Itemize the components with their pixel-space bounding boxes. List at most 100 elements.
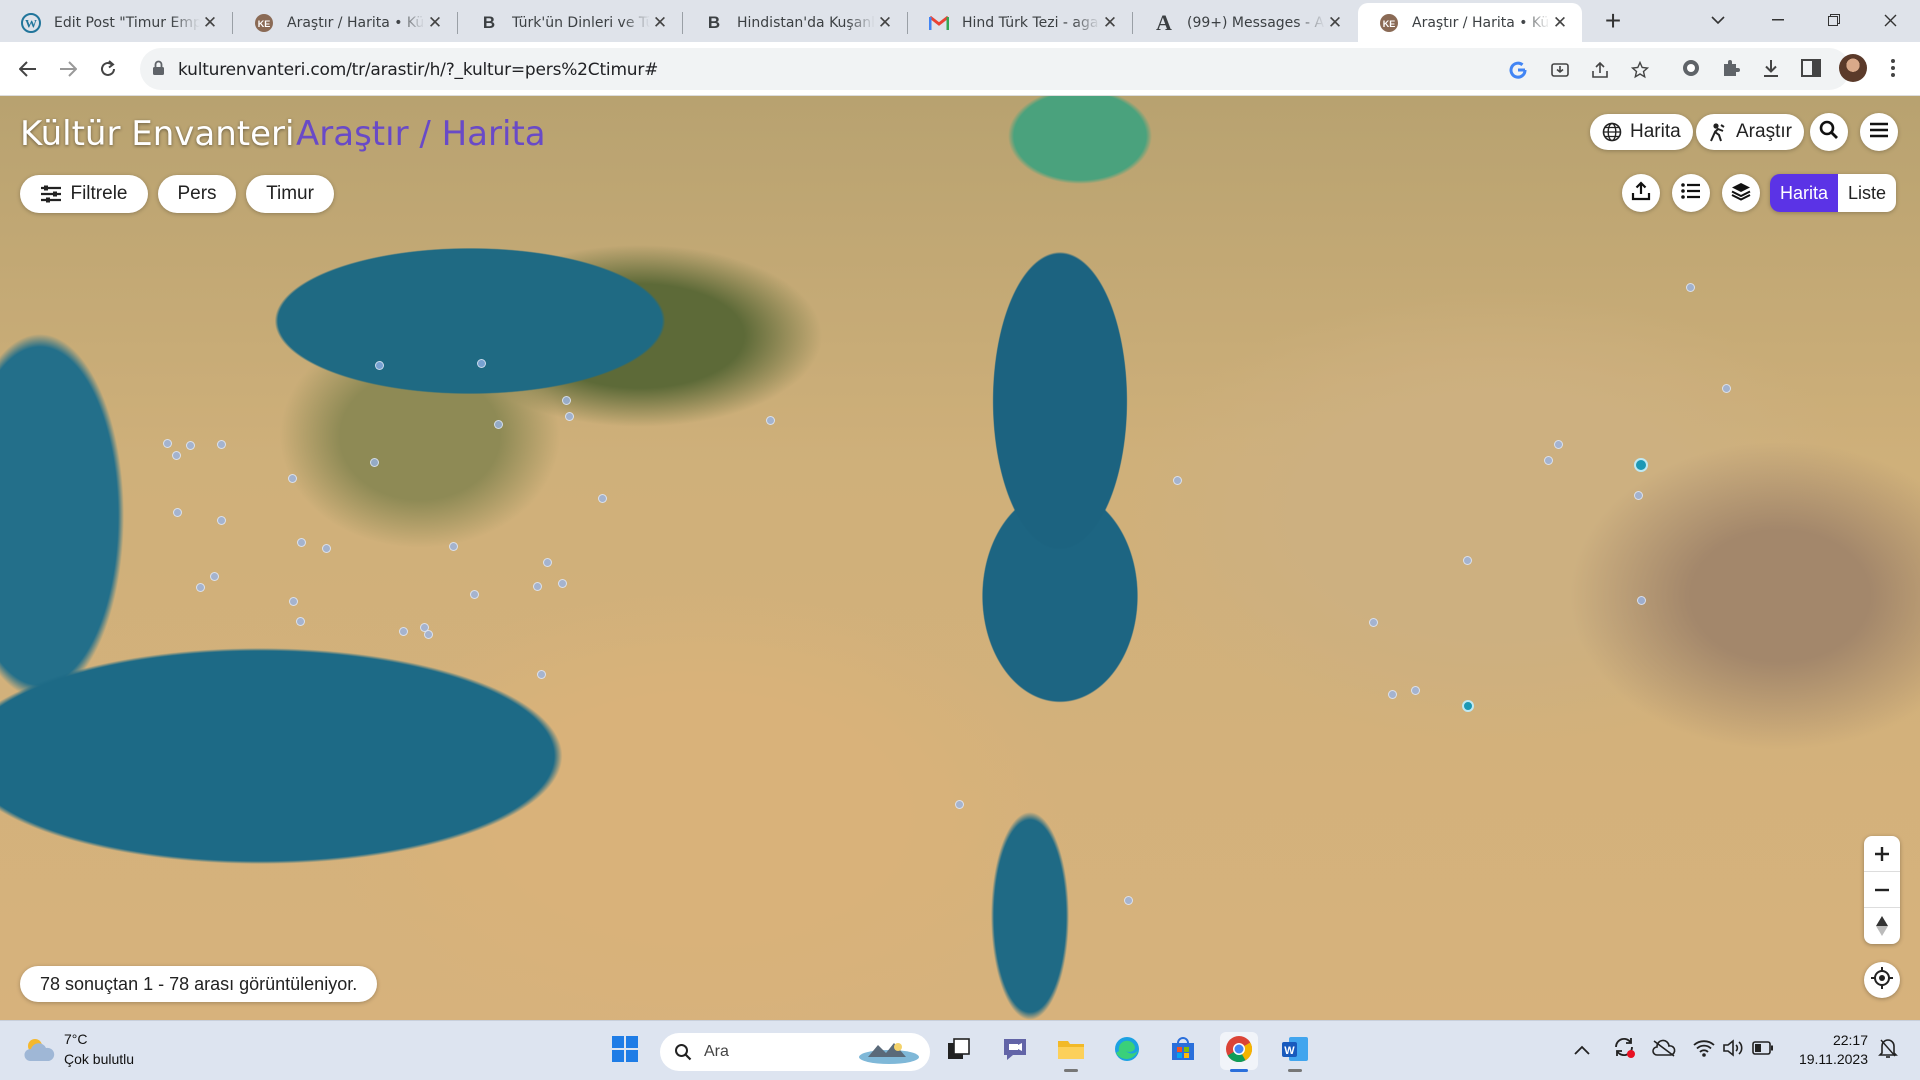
compass-button[interactable] (1864, 908, 1900, 944)
extension-circle-icon[interactable] (1677, 54, 1705, 82)
map-marker[interactable] (1686, 283, 1695, 292)
site-title[interactable]: Kültür Envanteri (20, 114, 294, 154)
map-marker[interactable] (1369, 618, 1378, 627)
map-marker[interactable] (1637, 596, 1646, 605)
close-window-button[interactable] (1862, 0, 1918, 40)
browser-menu-icon[interactable] (1879, 54, 1907, 82)
reload-button[interactable] (92, 53, 124, 85)
cloudy-weather-icon[interactable] (22, 1033, 56, 1067)
browser-tab[interactable]: KE Araştır / Harita • Kültür Envanteri ✕ (233, 3, 457, 42)
map-marker[interactable] (163, 439, 172, 448)
bookmark-star-icon[interactable] (1628, 58, 1652, 82)
map-marker[interactable] (210, 572, 219, 581)
map-marker[interactable] (558, 579, 567, 588)
map-marker[interactable] (565, 412, 574, 421)
legend-list-button[interactable] (1672, 174, 1710, 212)
map-marker[interactable] (1634, 491, 1643, 500)
filter-button[interactable]: Filtrele (20, 175, 148, 213)
map-marker[interactable] (477, 359, 486, 368)
onedrive-icon[interactable] (1652, 1039, 1676, 1062)
view-list-tab[interactable]: Liste (1838, 174, 1897, 212)
close-icon[interactable]: ✕ (425, 13, 445, 33)
google-translate-icon[interactable] (1506, 58, 1530, 82)
back-button[interactable] (12, 53, 44, 85)
geolocate-button[interactable] (1864, 962, 1900, 998)
volume-icon[interactable] (1723, 1039, 1745, 1062)
map-marker[interactable] (399, 627, 408, 636)
browser-tab[interactable]: B Türk'ün Dinleri ve Türk ✕ (458, 3, 682, 42)
map-marker[interactable] (449, 542, 458, 551)
install-app-icon[interactable] (1548, 58, 1572, 82)
map-marker[interactable] (289, 597, 298, 606)
map-marker[interactable] (196, 583, 205, 592)
close-icon[interactable]: ✕ (200, 13, 220, 33)
search-button[interactable] (1810, 113, 1848, 151)
zoom-out-button[interactable] (1864, 872, 1900, 908)
wifi-icon[interactable] (1693, 1039, 1715, 1062)
map-marker[interactable] (172, 451, 181, 460)
map-marker[interactable] (375, 361, 384, 370)
browser-tab[interactable]: W Edit Post "Timur Empire" ✕ (0, 3, 232, 42)
map-marker[interactable] (1722, 384, 1731, 393)
address-bar[interactable]: kulturenvanteri.com/tr/arastir/h/?_kultu… (140, 48, 1850, 90)
map-marker[interactable] (297, 538, 306, 547)
map-marker[interactable] (1388, 690, 1397, 699)
taskbar-search[interactable]: Ara (660, 1033, 930, 1071)
start-button[interactable] (606, 1032, 644, 1070)
word-button[interactable]: W (1276, 1032, 1314, 1072)
map-marker[interactable] (322, 544, 331, 553)
filter-chip-pers[interactable]: Pers (158, 175, 236, 213)
map-marker[interactable] (470, 590, 479, 599)
close-icon[interactable]: ✕ (650, 13, 670, 33)
view-map-tab[interactable]: Harita (1770, 174, 1839, 212)
map-marker[interactable] (1544, 456, 1553, 465)
browser-tab-active[interactable]: KE Araştır / Harita • Kültür Envanteri ✕ (1358, 3, 1582, 42)
map-marker[interactable] (537, 670, 546, 679)
show-hidden-icons-button[interactable] (1574, 1039, 1590, 1060)
close-icon[interactable]: ✕ (1325, 13, 1345, 33)
map-marker[interactable] (1554, 440, 1563, 449)
map-marker-selected[interactable] (1462, 700, 1474, 712)
map-marker[interactable] (955, 800, 964, 809)
browser-tab[interactable]: Hind Türk Tezi - agac ✕ (908, 3, 1132, 42)
map-marker[interactable] (217, 440, 226, 449)
notification-bell-icon[interactable] (1878, 1037, 1898, 1064)
export-button[interactable] (1622, 174, 1660, 212)
map-marker[interactable] (296, 617, 305, 626)
task-view-button[interactable] (940, 1032, 978, 1070)
layers-button[interactable] (1722, 174, 1760, 212)
map-marker[interactable] (173, 508, 182, 517)
close-icon[interactable]: ✕ (1100, 13, 1120, 33)
new-tab-button[interactable]: + (1597, 5, 1629, 37)
map-marker[interactable] (424, 630, 433, 639)
share-icon[interactable] (1588, 58, 1612, 82)
map-marker[interactable] (288, 474, 297, 483)
filter-chip-timur[interactable]: Timur (246, 175, 334, 213)
close-icon[interactable]: ✕ (1550, 13, 1570, 33)
map-marker[interactable] (1411, 686, 1420, 695)
map-marker[interactable] (766, 416, 775, 425)
tab-search-button[interactable] (1690, 0, 1746, 40)
profile-avatar[interactable] (1839, 54, 1867, 82)
close-icon[interactable]: ✕ (875, 13, 895, 33)
zoom-in-button[interactable] (1864, 836, 1900, 872)
map-marker[interactable] (217, 516, 226, 525)
map-marker[interactable] (543, 558, 552, 567)
map-marker[interactable] (562, 396, 571, 405)
map-marker[interactable] (1124, 896, 1133, 905)
forward-button[interactable] (52, 53, 84, 85)
store-button[interactable] (1164, 1032, 1202, 1070)
satellite-map[interactable]: Kültür Envanteri Araştır / Harita Filtre… (0, 96, 1920, 1020)
main-menu-button[interactable] (1860, 113, 1898, 151)
browser-tab[interactable]: B Hindistan'da Kuşanlar ✕ (683, 3, 907, 42)
download-icon[interactable] (1757, 54, 1785, 82)
side-panel-icon[interactable] (1797, 54, 1825, 82)
explore-nav-button[interactable]: Araştır (1696, 114, 1804, 150)
extensions-puzzle-icon[interactable] (1717, 54, 1745, 82)
system-clock[interactable]: 22:17 19.11.2023 (1792, 1031, 1868, 1069)
map-marker[interactable] (370, 458, 379, 467)
map-marker[interactable] (598, 494, 607, 503)
map-marker[interactable] (1173, 476, 1182, 485)
teams-chat-button[interactable] (996, 1032, 1034, 1070)
chrome-button[interactable] (1220, 1032, 1258, 1072)
